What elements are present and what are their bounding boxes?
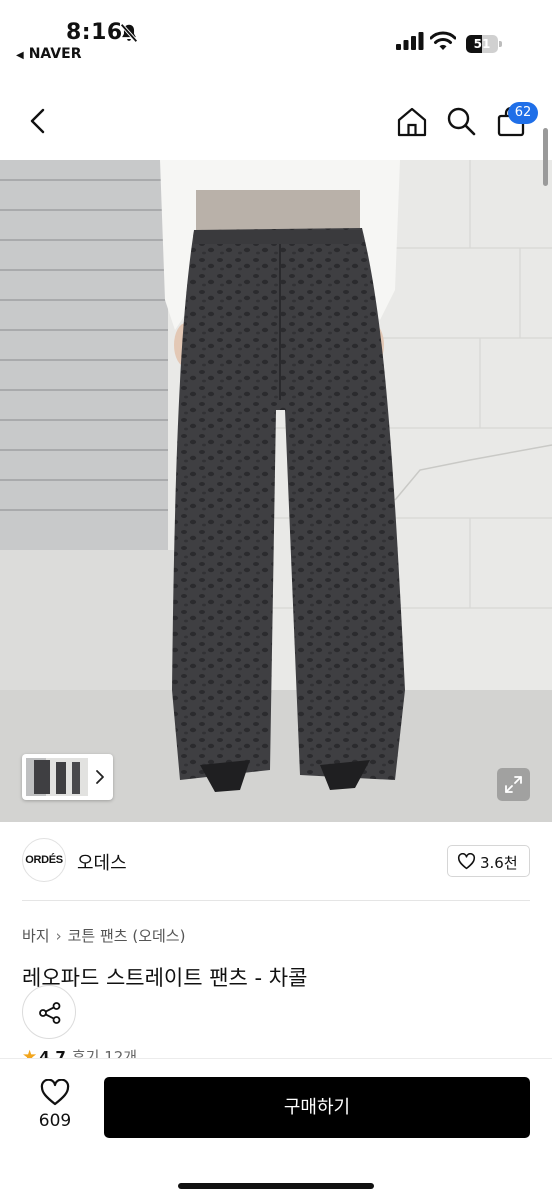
home-icon[interactable] — [396, 106, 428, 138]
brand-like-count: 3.6천 — [480, 854, 518, 872]
bottom-action-bar: 609 구매하기 — [0, 1058, 552, 1200]
back-chevron-icon[interactable] — [26, 106, 52, 136]
heart-icon — [457, 853, 476, 870]
product-photo — [0, 160, 552, 822]
like-button[interactable]: 609 — [26, 1079, 84, 1135]
status-time: 8:16 — [66, 20, 123, 45]
expand-image-button[interactable] — [497, 768, 530, 801]
back-app-label: NAVER — [28, 46, 82, 62]
chevron-right-icon: › — [55, 927, 62, 945]
battery-percent: 51 — [473, 37, 491, 51]
back-to-app-link[interactable]: ◀ NAVER — [16, 46, 81, 62]
heart-icon — [40, 1079, 70, 1106]
product-title: 레오파드 스트레이트 팬츠 - 차콜 — [22, 966, 308, 990]
status-bar: 8:16 ◀ NAVER 51 — [0, 0, 552, 70]
signal-icon — [396, 32, 424, 50]
brand-logo[interactable]: ORDÉS — [22, 838, 66, 882]
buy-button[interactable]: 구매하기 — [104, 1077, 530, 1138]
home-indicator — [178, 1183, 374, 1189]
brand-like-button[interactable]: 3.6천 — [447, 845, 530, 877]
chevron-right-icon — [96, 770, 104, 784]
app-header — [0, 80, 552, 160]
breadcrumb: 바지 › 코튼 팬츠 (오데스) — [22, 925, 185, 946]
brand-row: ORDÉS 오데스 3.6천 — [22, 838, 530, 886]
share-icon — [39, 1002, 61, 1024]
expand-icon — [505, 776, 522, 793]
divider — [22, 900, 530, 901]
brand-name[interactable]: 오데스 — [77, 849, 127, 875]
cart-count-badge: 62 — [508, 102, 538, 124]
like-count: 609 — [38, 1111, 72, 1131]
breadcrumb-item[interactable]: 코튼 팬츠 (오데스) — [68, 927, 186, 945]
share-button[interactable] — [22, 985, 76, 1039]
image-thumbnail-strip[interactable] — [22, 754, 113, 800]
scroll-indicator[interactable] — [543, 128, 548, 186]
wifi-icon — [430, 31, 456, 50]
product-image[interactable] — [0, 160, 552, 822]
bell-slash-icon — [120, 23, 138, 43]
search-icon[interactable] — [446, 106, 476, 136]
breadcrumb-item[interactable]: 바지 — [22, 927, 50, 945]
battery-icon: 51 — [466, 35, 502, 53]
thumbnail-image — [26, 758, 88, 796]
